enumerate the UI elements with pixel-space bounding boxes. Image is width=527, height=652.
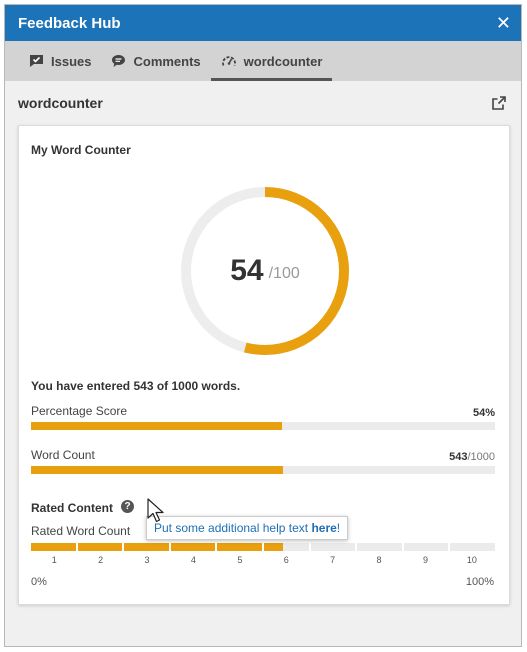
rated-segment-fill [31,543,76,551]
word-count-metric: Word Count 543/1000 [31,446,495,474]
rated-segment [450,543,495,551]
external-link-icon[interactable] [491,95,507,111]
rated-segment [124,543,169,551]
score-max: /100 [268,265,300,282]
donut-label: 54 /100 [177,183,353,359]
window-title: Feedback Hub [18,14,121,32]
rated-segment-fill [124,543,169,551]
rated-segment-bar [31,543,495,551]
words-entered-summary: You have entered 543 of 1000 words. [31,379,241,393]
rated-tick-label: 5 [237,555,243,565]
tab-comments-label: Comments [133,53,201,69]
percentage-score-value: 54% [472,407,495,419]
tab-comments[interactable]: Comments [101,41,210,81]
rated-segment-fill [263,543,284,551]
tab-bar: Issues Comments wordcounter [5,41,521,81]
help-tooltip: Put some additional help text here! [146,516,349,540]
word-count-value: 543/1000 [449,451,495,463]
rated-segment [263,543,309,551]
section-title: wordcounter [18,95,103,111]
rated-tick-labels: 1 2 3 4 5 6 7 8 9 10 [31,555,495,565]
percentage-score-metric: Percentage Score 54% [31,402,495,430]
word-count-bar [31,466,495,474]
rated-segment [403,543,449,551]
tooltip-link[interactable]: here [311,521,336,535]
title-bar: Feedback Hub ✕ [5,5,521,41]
tooltip-text: Put some additional help text [154,521,312,535]
message-check-icon [29,54,44,68]
word-counter-card: My Word Counter 54 /100 You have entered… [18,125,510,605]
tab-issues-label: Issues [51,53,92,69]
tooltip-suffix: ! [336,521,341,535]
rated-tick-label: 3 [144,555,150,565]
rated-tick-label: 8 [376,555,382,565]
score-value: 54 [230,254,264,287]
rated-segment [357,543,402,551]
rated-tick-label: 2 [98,555,104,565]
help-icon[interactable]: ? [121,500,134,513]
tab-issues[interactable]: Issues [19,41,101,81]
mouse-pointer-icon [147,498,164,523]
rated-segment [170,543,216,551]
close-icon[interactable]: ✕ [496,14,511,32]
rated-tick-label: 7 [330,555,336,565]
rated-tick-label: 10 [466,555,477,565]
word-count-label: Word Count [31,448,95,462]
tab-wordcounter-label: wordcounter [243,53,323,69]
tab-wordcounter[interactable]: wordcounter [210,41,333,81]
score-donut: 54 /100 [177,183,353,359]
feedback-hub-window: Feedback Hub ✕ Issues Comments wordcount… [4,4,522,647]
rated-tick-label: 6 [283,555,289,565]
range-max-label: 100% [465,576,494,588]
rated-content-title: Rated Content [31,501,113,515]
rated-segment [77,543,123,551]
percentage-score-bar [31,422,495,430]
rated-segment [217,543,262,551]
section-header: wordcounter [5,81,521,125]
percentage-score-label: Percentage Score [31,404,128,418]
range-min-label: 0% [31,576,47,588]
rated-segment-fill [77,543,123,551]
rated-tick-label: 9 [422,555,428,565]
rated-segment-fill [217,543,262,551]
rated-segment [310,543,356,551]
rated-segment [31,543,76,551]
percentage-score-bar-fill [31,422,282,430]
word-count-bar-fill [31,466,283,474]
rated-tick-label: 4 [190,555,196,565]
card-title: My Word Counter [31,143,131,157]
comment-icon [111,54,126,68]
rated-tick-label: 1 [51,555,57,565]
rated-word-count-label: Rated Word Count [31,524,131,538]
rated-segment-fill [170,543,216,551]
gauge-icon [221,54,237,68]
